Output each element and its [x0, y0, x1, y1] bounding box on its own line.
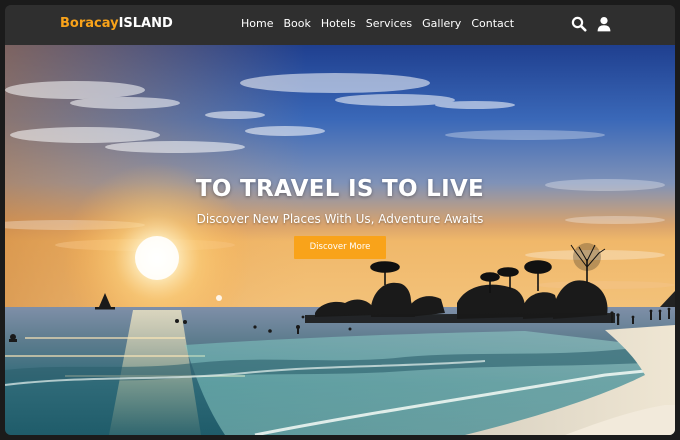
nav-item-home[interactable]: Home [241, 17, 273, 30]
browser-window: BoracayISLAND Home Book Hotels Services … [5, 5, 675, 435]
brand-name-part1: Boracay [60, 16, 119, 31]
hero-title: TO TRAVEL IS TO LIVE [195, 176, 485, 202]
brand-logo[interactable]: BoracayISLAND [60, 16, 173, 31]
search-icon[interactable] [571, 16, 587, 32]
brand-name-part2: ISLAND [118, 16, 173, 31]
hero-subtitle: Discover New Places With Us, Adventure A… [196, 212, 484, 226]
main-nav: Home Book Hotels Services Gallery Contac… [241, 17, 514, 30]
nav-item-services[interactable]: Services [366, 17, 412, 30]
nav-item-contact[interactable]: Contact [471, 17, 514, 30]
nav-item-hotels[interactable]: Hotels [321, 17, 356, 30]
nav-item-gallery[interactable]: Gallery [422, 17, 461, 30]
hero-section: TO TRAVEL IS TO LIVE Discover New Places… [5, 45, 675, 435]
discover-more-button[interactable]: Discover More [294, 236, 386, 259]
user-icon[interactable] [596, 16, 612, 32]
nav-item-book[interactable]: Book [283, 17, 310, 30]
top-navbar: BoracayISLAND Home Book Hotels Services … [5, 5, 675, 45]
